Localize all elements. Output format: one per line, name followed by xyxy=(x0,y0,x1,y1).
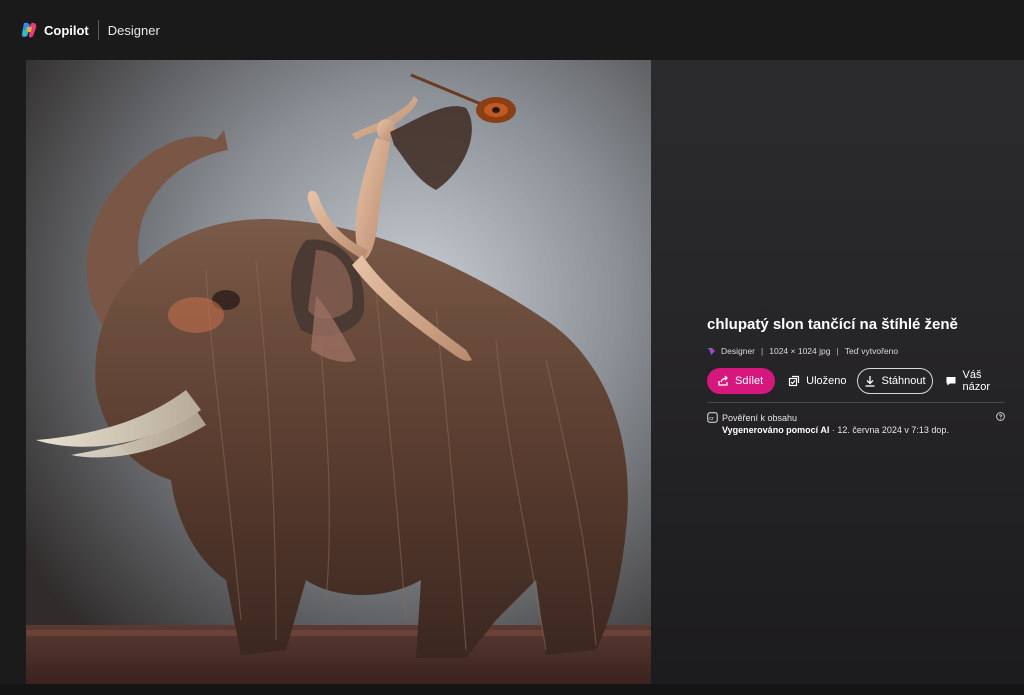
image-title: chlupatý slon tančící na štíhlé ženě xyxy=(707,316,958,333)
meta-source: Designer xyxy=(721,346,756,356)
meta-created: Teď vytvořeno xyxy=(844,346,899,356)
saved-label: Uloženo xyxy=(806,375,847,387)
download-label: Stáhnout xyxy=(881,375,926,387)
content-credentials: cr Pověření k obsahu Vygenerováno pomocí… xyxy=(707,412,1007,435)
top-bar: Copilot Designer xyxy=(0,0,1024,60)
feedback-icon xyxy=(945,375,957,387)
meta-separator: | xyxy=(761,346,764,356)
download-icon xyxy=(864,375,876,387)
brand[interactable]: Copilot xyxy=(20,21,89,39)
meta-dimensions: 1024 × 1024 jpg xyxy=(769,346,831,356)
share-icon xyxy=(717,375,729,387)
credentials-label: Pověření k obsahu xyxy=(722,412,798,423)
feedback-label: Váš názor xyxy=(962,369,991,393)
meta-separator: | xyxy=(836,346,839,356)
bottom-strip xyxy=(0,684,1024,695)
credentials-detail: Vygenerováno pomocí AI · 12. června 2024… xyxy=(722,425,1007,435)
help-icon[interactable] xyxy=(996,412,1005,421)
copilot-logo-icon xyxy=(20,21,38,39)
divider xyxy=(707,402,1005,403)
generated-image-artwork xyxy=(26,60,651,684)
generated-image[interactable] xyxy=(26,60,651,684)
product-name[interactable]: Designer xyxy=(108,23,160,38)
image-info: chlupatý slon tančící na štíhlé ženě Des… xyxy=(707,316,1007,435)
feedback-button[interactable]: Váš názor xyxy=(941,368,1007,394)
image-meta: Designer | 1024 × 1024 jpg | Teď vytvoře… xyxy=(707,346,1007,356)
svg-text:cr: cr xyxy=(709,416,714,422)
share-label: Sdílet xyxy=(735,375,764,387)
designer-logo-icon xyxy=(707,347,716,356)
header-divider xyxy=(97,20,99,40)
saved-icon xyxy=(788,375,800,387)
action-bar: Sdílet Uloženo Stáhnout Váš názor xyxy=(707,368,1007,394)
saved-button[interactable]: Uloženo xyxy=(786,368,852,394)
credentials-date: 12. června 2024 v 7:13 dop. xyxy=(837,425,949,435)
credentials-generated: Vygenerováno pomocí AI xyxy=(722,425,830,435)
brand-name: Copilot xyxy=(44,22,89,38)
download-button[interactable]: Stáhnout xyxy=(856,368,933,394)
content-credentials-icon: cr xyxy=(707,412,718,423)
share-button[interactable]: Sdílet xyxy=(707,368,776,394)
